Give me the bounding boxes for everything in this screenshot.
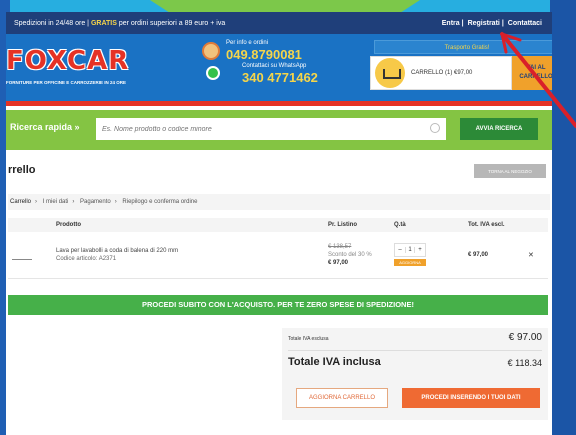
- back-to-shop-button[interactable]: TORNA AL NEGOZIO: [474, 164, 546, 178]
- shipping-promo: Spedizioni in 24/48 ore | GRATIS per ord…: [14, 19, 226, 27]
- step-my-data: I miei dati: [42, 199, 69, 205]
- contact-link[interactable]: Contattaci: [508, 20, 542, 27]
- free-shipping-notice: PROCEDI SUBITO CON L'ACQUISTO. PER TE ZE…: [8, 294, 548, 315]
- table-header-row: Prodotto Pr. Listino Q.tà Tot. IVA escl.: [8, 218, 548, 232]
- subtotal-value: € 97.00: [508, 332, 542, 343]
- search-button[interactable]: AVVIA RICERCA: [460, 118, 538, 140]
- info-label: Per info e ordini: [226, 40, 269, 46]
- logo-tagline: FORNITURE PER OFFICINE E CARROZZERIE IN …: [6, 80, 127, 85]
- whatsapp-icon: [206, 66, 220, 80]
- product-code: Codice articolo: A2371: [56, 255, 117, 262]
- list-price: € 138,57: [328, 243, 352, 250]
- go-to-cart-button[interactable]: VAI AL CARRELLO: [512, 56, 552, 90]
- top-bar: Spedizioni in 24/48 ore | GRATIS per ord…: [6, 12, 552, 34]
- totals-divider: [288, 350, 542, 351]
- checkout-button[interactable]: PROCEDI INSERENDO I TUOI DATI: [402, 388, 540, 408]
- cart-icon: [375, 58, 405, 88]
- search-label: Ricerca rapida »: [10, 122, 80, 132]
- discount-label: Sconto del 30 %: [328, 251, 372, 258]
- total-value: € 118.34: [507, 358, 542, 368]
- register-link[interactable]: Registrati: [468, 20, 500, 27]
- search-icon[interactable]: [430, 123, 440, 133]
- col-quantity: Q.tà: [390, 218, 464, 232]
- product-name[interactable]: Lava per lavabolli a coda di balena di 2…: [56, 248, 324, 254]
- search-bar: Ricerca rapida » AVVIA RICERCA: [6, 110, 552, 150]
- col-product: Prodotto: [52, 218, 324, 232]
- login-link[interactable]: Entra: [442, 20, 460, 27]
- mini-cart[interactable]: CARRELLO (1) €97,00: [370, 56, 512, 90]
- product-thumbnail[interactable]: [12, 250, 32, 260]
- header-red-stripe: [6, 101, 552, 106]
- qty-increase-button[interactable]: +: [415, 247, 425, 253]
- foxcar-logo[interactable]: FOXCAR: [6, 46, 129, 76]
- frame-right: [550, 0, 576, 435]
- qty-decrease-button[interactable]: –: [395, 247, 405, 253]
- col-total: Tot. IVA escl.: [464, 218, 524, 232]
- whatsapp-label: Contattaci su WhatsApp: [242, 63, 307, 69]
- site-header: FOXCAR FORNITURE PER OFFICINE E CARROZZE…: [6, 34, 552, 106]
- update-row-button[interactable]: AGGIORNA: [394, 259, 426, 267]
- cart-table: Prodotto Pr. Listino Q.tà Tot. IVA escl.…: [8, 218, 548, 279]
- update-cart-button[interactable]: AGGIORNA CARRELLO: [296, 388, 388, 408]
- row-total: € 97,00: [464, 232, 524, 279]
- qty-input[interactable]: 1: [405, 247, 415, 254]
- totals-box: Totale IVA esclusa € 97.00 Totale IVA in…: [282, 328, 548, 420]
- checkout-steps: Carrello › I miei dati › Pagamento › Riepil…: [8, 194, 550, 210]
- total-label: Totale IVA inclusa: [288, 356, 381, 368]
- subtotal-label: Totale IVA esclusa: [288, 336, 329, 342]
- account-links: Entra | Registrati | Contattaci: [441, 19, 542, 27]
- col-list-price: Pr. Listino: [324, 218, 390, 232]
- quantity-stepper: – 1 +: [394, 243, 426, 258]
- cart-summary: CARRELLO (1) €97,00: [411, 70, 473, 76]
- person-icon: [202, 42, 220, 60]
- title-row: rrello TORNA AL NEGOZIO: [6, 150, 552, 190]
- discounted-price: € 97,00: [328, 259, 349, 266]
- table-row: Lava per lavabolli a coda di balena di 2…: [8, 232, 548, 279]
- page-title: rrello: [8, 164, 36, 176]
- free-shipping-banner: Trasporto Gratis!: [374, 40, 552, 54]
- web-page: Spedizioni in 24/48 ore | GRATIS per ord…: [6, 12, 552, 435]
- remove-item-button[interactable]: ✕: [524, 232, 548, 279]
- phone-number[interactable]: 049.8790081: [226, 47, 326, 62]
- whatsapp-number[interactable]: 340 4771462: [242, 70, 342, 85]
- step-payment: Pagamento: [80, 199, 111, 205]
- search-input[interactable]: [96, 118, 446, 140]
- step-confirm: Riepilogo e conferma ordine: [122, 199, 198, 205]
- step-cart: Carrello: [10, 199, 32, 205]
